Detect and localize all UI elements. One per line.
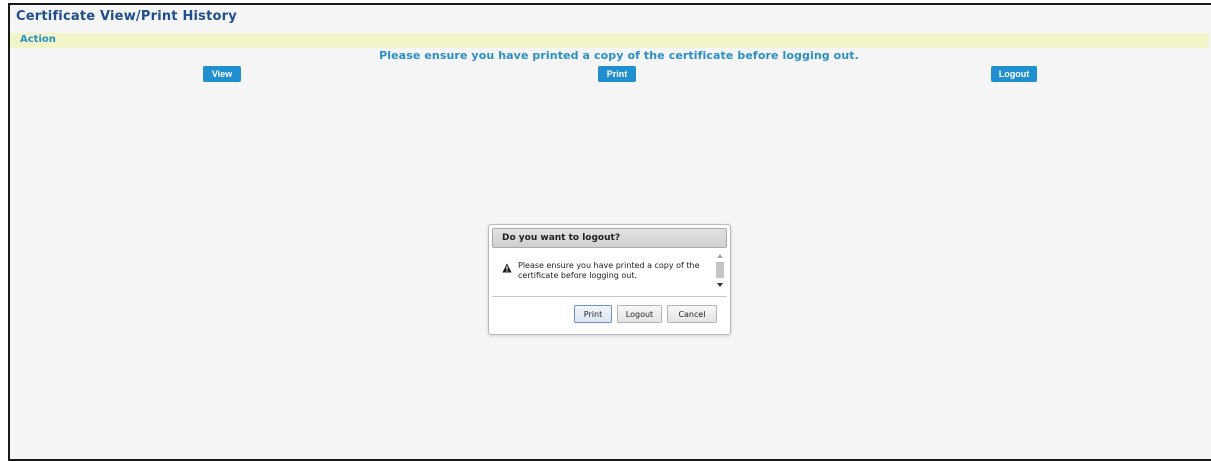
dialog-message: Please ensure you have printed a copy of… bbox=[518, 261, 700, 280]
logout-button[interactable]: Logout bbox=[991, 66, 1037, 82]
view-button[interactable]: View bbox=[203, 66, 241, 82]
scroll-down-arrow-icon[interactable] bbox=[717, 283, 723, 287]
print-notice: Please ensure you have printed a copy of… bbox=[379, 49, 859, 62]
scroll-thumb[interactable] bbox=[716, 262, 724, 278]
dialog-logout-button[interactable]: Logout bbox=[617, 305, 662, 323]
print-button[interactable]: Print bbox=[598, 66, 636, 82]
logout-dialog: Do you want to logout? Please ensure you… bbox=[488, 224, 731, 335]
page-title: Certificate View/Print History bbox=[16, 9, 237, 24]
action-bar: Action bbox=[10, 33, 1209, 48]
dialog-title-bar[interactable]: Do you want to logout? bbox=[492, 228, 727, 248]
dialog-divider bbox=[492, 296, 727, 297]
dialog-cancel-button[interactable]: Cancel bbox=[667, 305, 717, 323]
dialog-print-button[interactable]: Print bbox=[574, 305, 612, 323]
dialog-scrollbar[interactable] bbox=[716, 254, 725, 290]
action-label: Action bbox=[20, 34, 56, 45]
scroll-up-arrow-icon[interactable] bbox=[717, 254, 723, 258]
warning-icon bbox=[502, 263, 512, 273]
dialog-title: Do you want to logout? bbox=[502, 233, 621, 243]
